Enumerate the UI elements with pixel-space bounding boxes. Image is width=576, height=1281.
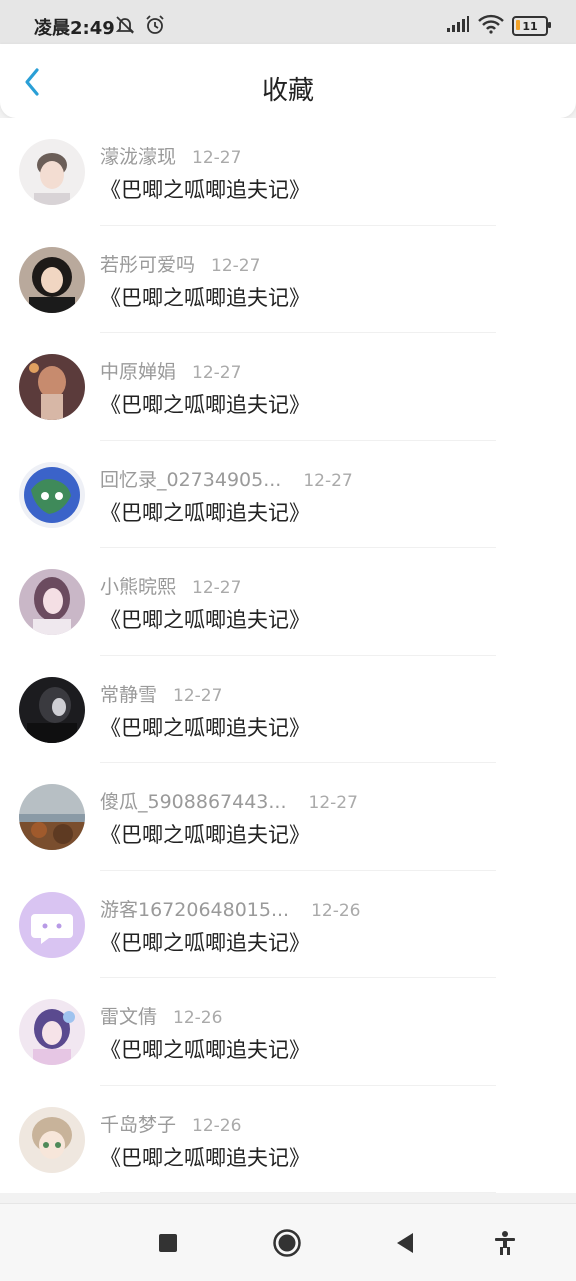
user-name: 小熊晥熙 (100, 576, 177, 598)
avatar[interactable] (19, 354, 85, 420)
item-title: 《巴唧之呱唧追夫记》 (100, 715, 310, 740)
date: 12-27 (308, 793, 358, 813)
item-title: 《巴唧之呱唧追夫记》 (100, 1145, 310, 1170)
list-item[interactable]: 傻瓜_5908867443... 12-27 《巴唧之呱唧追夫记》 (0, 763, 576, 871)
user-name: 千岛梦子 (100, 1113, 177, 1136)
date: 12-27 (192, 578, 242, 598)
square-icon (159, 1234, 177, 1252)
list-item[interactable]: 若彤可爱吗 12-27 《巴唧之呱唧追夫记》 (0, 225, 576, 333)
signal-icon (446, 15, 470, 37)
user-name: 游客16720648015... (100, 898, 290, 921)
battery-icon: 11 (512, 16, 551, 36)
triangle-left-icon (397, 1233, 413, 1253)
user-name: 濛泷濛现 (100, 146, 177, 168)
item-title: 《巴唧之呱唧追夫记》 (100, 823, 310, 847)
avatar[interactable] (19, 246, 85, 313)
battery-level: 11 (522, 19, 538, 33)
date: 12-26 (173, 1008, 223, 1028)
recents-button[interactable] (153, 1228, 183, 1258)
user-name: 雷文倩 (100, 1006, 158, 1028)
avatar[interactable] (19, 1106, 85, 1173)
avatar[interactable] (19, 784, 85, 850)
circle-icon (273, 1229, 301, 1257)
item-title: 《巴唧之呱唧追夫记》 (100, 930, 310, 955)
date: 12-26 (311, 900, 361, 921)
alarm-icon (144, 14, 166, 40)
user-name: 中原婵娟 (100, 361, 177, 383)
page-title: 收藏 (261, 76, 314, 106)
list-item[interactable]: 中原婵娟 12-27 《巴唧之呱唧追夫记》 (0, 333, 576, 441)
date: 12-26 (192, 1115, 242, 1136)
back-nav-button[interactable] (390, 1228, 420, 1258)
accessibility-button[interactable] (490, 1228, 520, 1258)
divider (100, 1192, 496, 1193)
system-nav-bar (0, 1203, 576, 1281)
date: 12-27 (211, 255, 261, 276)
date: 12-27 (303, 470, 353, 491)
user-name: 若彤可爱吗 (100, 253, 196, 276)
user-name: 回忆录_02734905... (100, 468, 282, 491)
date: 12-27 (173, 685, 223, 706)
mute-bell-icon (114, 14, 136, 40)
header: 收藏 (0, 44, 576, 118)
user-name: 常静雪 (100, 683, 158, 706)
wifi-icon (478, 14, 504, 38)
user-name: 傻瓜_5908867443... (100, 791, 287, 813)
status-time: 凌晨2:49 (34, 18, 115, 39)
list-item[interactable]: 濛泷濛现 12-27 《巴唧之呱唧追夫记》 (0, 118, 576, 226)
list-item[interactable]: 游客16720648015... 12-26 《巴唧之呱唧追夫记》 (0, 870, 576, 978)
item-title: 《巴唧之呱唧追夫记》 (100, 1038, 310, 1062)
list-item[interactable]: 雷文倩 12-26 《巴唧之呱唧追夫记》 (0, 978, 576, 1086)
avatar[interactable] (19, 676, 85, 743)
list-item[interactable]: 小熊晥熙 12-27 《巴唧之呱唧追夫记》 (0, 548, 576, 656)
item-title: 《巴唧之呱唧追夫记》 (100, 608, 310, 632)
date: 12-27 (192, 363, 242, 383)
item-title: 《巴唧之呱唧追夫记》 (100, 500, 310, 525)
accessibility-icon (495, 1231, 515, 1255)
item-title: 《巴唧之呱唧追夫记》 (100, 178, 310, 202)
avatar[interactable] (19, 139, 85, 205)
list-item[interactable]: 千岛梦子 12-26 《巴唧之呱唧追夫记》 (0, 1085, 576, 1193)
avatar[interactable] (19, 569, 85, 635)
home-button[interactable] (272, 1228, 302, 1258)
item-title: 《巴唧之呱唧追夫记》 (100, 393, 310, 417)
list-item[interactable]: 回忆录_02734905... 12-27 《巴唧之呱唧追夫记》 (0, 440, 576, 548)
avatar[interactable] (19, 891, 85, 958)
avatar[interactable] (19, 999, 85, 1065)
avatar[interactable] (19, 461, 85, 528)
favorites-list: 濛泷濛现 12-27 《巴唧之呱唧追夫记》 若彤可爱吗 12-27 《巴唧之呱唧追夫… (0, 118, 576, 1193)
item-title: 《巴唧之呱唧追夫记》 (100, 285, 310, 310)
date: 12-27 (192, 148, 242, 168)
list-item[interactable]: 常静雪 12-27 《巴唧之呱唧追夫记》 (0, 655, 576, 763)
